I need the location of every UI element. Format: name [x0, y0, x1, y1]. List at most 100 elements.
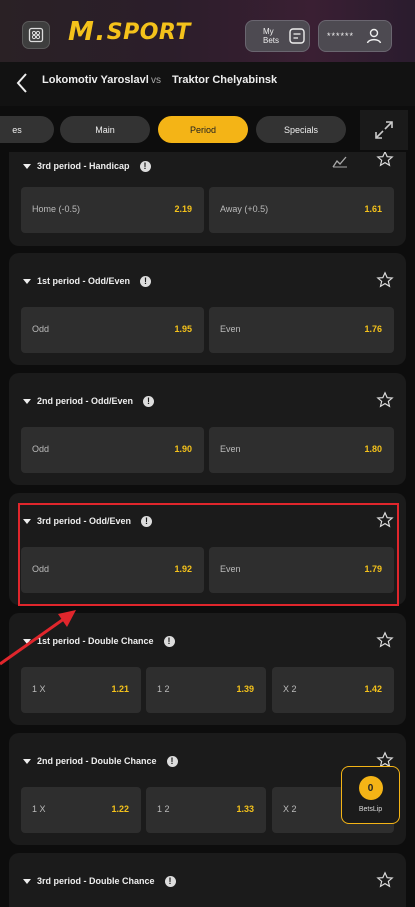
odds-label: X 2	[283, 684, 297, 694]
odds-value: 1.61	[364, 204, 382, 214]
favorite-star-icon[interactable]	[376, 631, 394, 649]
collapse-caret-icon	[23, 163, 31, 169]
collapse-caret-icon	[23, 878, 31, 884]
info-icon[interactable]: !	[141, 515, 153, 527]
match-header: Lokomotiv Yaroslavl vs Traktor Chelyabin…	[0, 62, 415, 106]
odds-value: 1.90	[174, 444, 192, 454]
market-title: 3rd period - Odd/Even	[37, 516, 132, 526]
odds-button-odd[interactable]: Odd 1.92	[21, 547, 204, 593]
odds-row: Home (-0.5) 2.19 Away (+0.5) 1.61	[21, 187, 394, 233]
tab-label: Main	[95, 124, 115, 135]
user-icon	[366, 28, 382, 44]
info-icon[interactable]: !	[143, 395, 155, 407]
odds-label: 1 2	[157, 684, 170, 694]
menu-search-button[interactable]	[22, 21, 50, 49]
odds-row: Odd 1.90 Even 1.80	[21, 427, 394, 473]
odds-value: 1.76	[364, 324, 382, 334]
info-icon[interactable]: !	[163, 635, 175, 647]
odds-button-home[interactable]: Home (-0.5) 2.19	[21, 187, 204, 233]
odds-button-even[interactable]: Even 1.76	[209, 307, 394, 353]
logo-m: M	[68, 17, 95, 47]
logo-sport: SPORT	[106, 19, 191, 45]
favorite-star-icon[interactable]	[376, 511, 394, 529]
odds-value: 1.95	[174, 324, 192, 334]
market-card: 3rd period - Handicap ! Home (-0.5) 2.19…	[9, 152, 406, 246]
odds-value: 1.79	[364, 564, 382, 574]
account-button[interactable]: ******	[318, 20, 392, 52]
odds-button-12[interactable]: 1 2 1.39	[146, 667, 266, 713]
market-card: 2nd period - Odd/Even ! Odd 1.90 Even 1.…	[9, 373, 406, 485]
collapse-caret-icon	[23, 518, 31, 524]
odds-button-12[interactable]: 1 2 1.33	[146, 787, 266, 833]
odds-row: 1 X 1.21 1 2 1.39 X 2 1.42	[21, 667, 394, 713]
odds-button-even[interactable]: Even 1.80	[209, 427, 394, 473]
away-team: Traktor Chelyabinsk	[172, 74, 278, 86]
account-masked-balance: ******	[327, 31, 355, 41]
market-header[interactable]: 2nd period - Double Chance !	[23, 747, 178, 775]
tab-label: Specials	[283, 124, 319, 135]
odds-label: 1 2	[157, 804, 170, 814]
odds-button-odd[interactable]: Odd 1.90	[21, 427, 204, 473]
odds-value: 1.92	[174, 564, 192, 574]
search-grid-icon	[28, 27, 44, 43]
odds-label: Away (+0.5)	[220, 204, 269, 214]
info-icon[interactable]: !	[164, 875, 176, 887]
betslip-label: BetsLip	[358, 806, 383, 813]
odds-label: Even	[220, 564, 241, 574]
odds-label: Odd	[32, 444, 50, 454]
market-header[interactable]: 3rd period - Odd/Even !	[23, 507, 153, 535]
betslip-button[interactable]: 0 BetsLip	[341, 766, 400, 824]
favorite-star-icon[interactable]	[376, 152, 394, 168]
market-header[interactable]: 3rd period - Double Chance !	[23, 867, 176, 895]
odds-value: 1.42	[364, 684, 382, 694]
odds-button-even[interactable]: Even 1.79	[209, 547, 394, 593]
odds-label: Odd	[32, 564, 50, 574]
info-icon[interactable]: !	[139, 160, 151, 172]
favorite-star-icon[interactable]	[376, 871, 394, 889]
tab-label: Period	[189, 124, 216, 135]
expand-button[interactable]	[360, 110, 408, 150]
odds-row: Odd 1.92 Even 1.79	[21, 547, 394, 593]
odds-row: Odd 1.95 Even 1.76	[21, 307, 394, 353]
ticket-icon	[289, 28, 305, 44]
odds-button-1x[interactable]: 1 X 1.21	[21, 667, 141, 713]
odds-value: 2.19	[174, 204, 192, 214]
market-header[interactable]: 1st period - Odd/Even !	[23, 267, 152, 295]
info-icon[interactable]: !	[140, 275, 152, 287]
odds-button-1x[interactable]: 1 X 1.22	[21, 787, 141, 833]
my-bets-button[interactable]: My Bets	[245, 20, 310, 52]
odds-label: Even	[220, 444, 241, 454]
expand-arrows-icon	[375, 121, 393, 139]
my-bets-label: My Bets	[263, 27, 280, 45]
odds-value: 1.80	[364, 444, 382, 454]
odds-label: Even	[220, 324, 241, 334]
market-header[interactable]: 3rd period - Handicap !	[23, 152, 151, 180]
favorite-star-icon[interactable]	[376, 271, 394, 289]
odds-button-x2[interactable]: X 2 1.42	[272, 667, 394, 713]
stats-chart-icon[interactable]	[332, 154, 348, 168]
market-card: 3rd period - Odd/Even ! Odd 1.92 Even 1.…	[9, 493, 406, 605]
tab-period[interactable]: Period	[158, 116, 248, 143]
logo-dot: .	[95, 17, 106, 47]
msport-logo[interactable]: M. SPORT	[68, 17, 191, 47]
betslip-count: 0	[358, 776, 383, 800]
favorite-star-icon[interactable]	[376, 391, 394, 409]
tab-specials[interactable]: Specials	[256, 116, 346, 143]
market-title: 2nd period - Odd/Even	[37, 396, 134, 406]
odds-label: Home (-0.5)	[32, 204, 81, 214]
collapse-caret-icon	[23, 278, 31, 284]
tab-main[interactable]: Main	[60, 116, 150, 143]
home-team: Lokomotiv Yaroslavl	[42, 74, 149, 86]
market-title: 3rd period - Handicap	[37, 161, 130, 171]
odds-button-away[interactable]: Away (+0.5) 1.61	[209, 187, 394, 233]
info-icon[interactable]: !	[166, 755, 178, 767]
market-header[interactable]: 2nd period - Odd/Even !	[23, 387, 155, 415]
collapse-caret-icon	[23, 758, 31, 764]
odds-label: 1 X	[32, 804, 46, 814]
odds-value: 1.21	[111, 684, 129, 694]
odds-button-odd[interactable]: Odd 1.95	[21, 307, 204, 353]
market-title: 2nd period - Double Chance	[37, 756, 157, 766]
odds-label: 1 X	[32, 684, 46, 694]
back-arrow-icon[interactable]	[14, 70, 30, 96]
tab-specials-truncated[interactable]: es	[0, 116, 54, 143]
